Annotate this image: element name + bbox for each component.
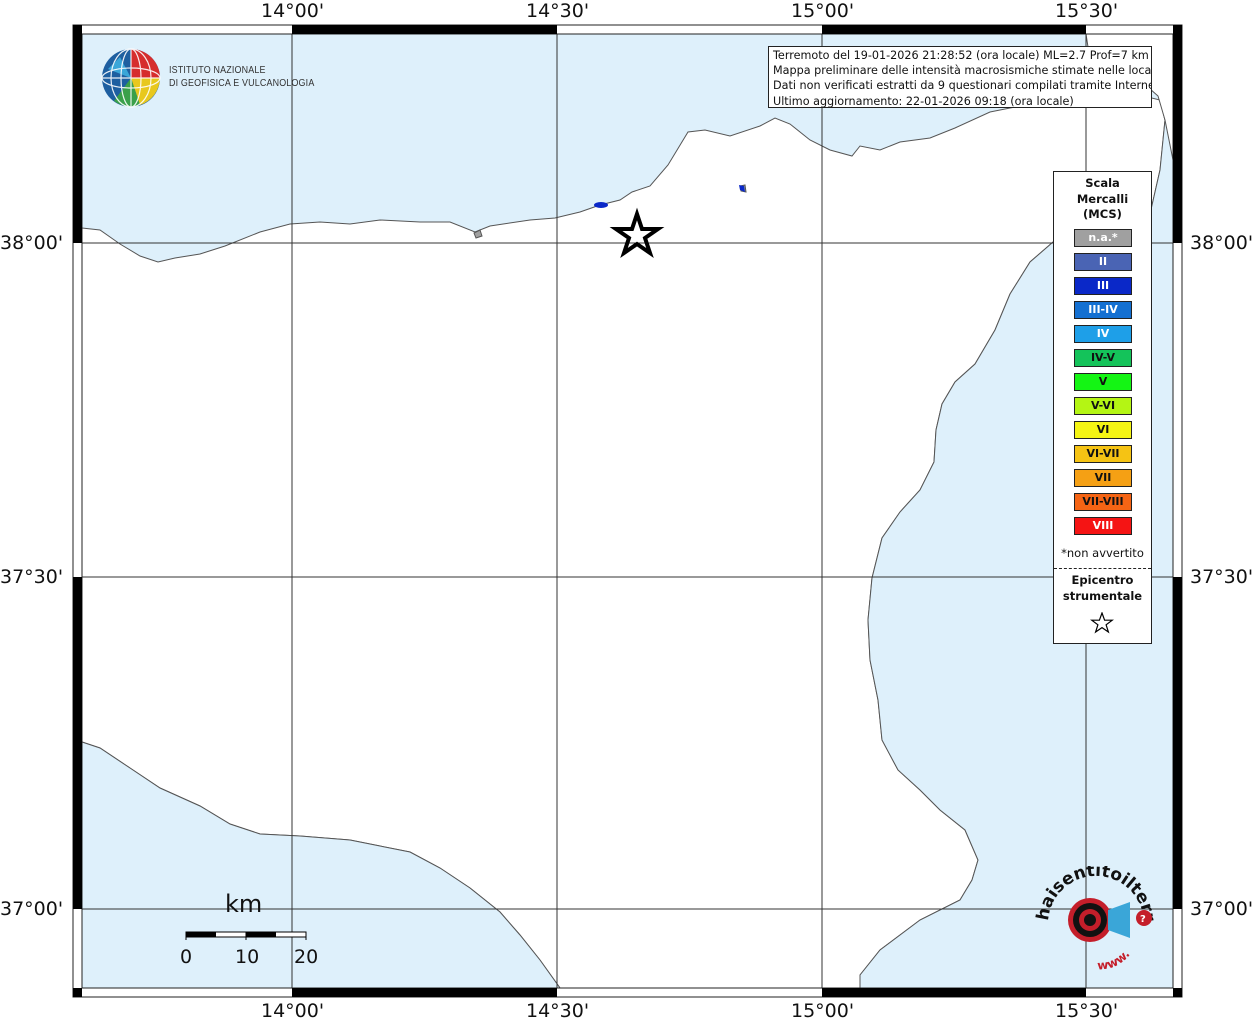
ingv-line1: ISTITUTO NAZIONALE bbox=[169, 64, 266, 76]
ingv-logo-text: ISTITUTO NAZIONALE DI GEOFISICA E VULCAN… bbox=[169, 64, 314, 90]
scale-unit-label: km bbox=[225, 890, 263, 918]
legend-title-line: (MCS) bbox=[1083, 207, 1122, 221]
legend-item: VII bbox=[1074, 469, 1132, 487]
legend-title: Scala Mercalli (MCS) bbox=[1054, 176, 1151, 223]
scale-label: 20 bbox=[294, 946, 319, 968]
lon-label-top: 15°30' bbox=[1055, 0, 1119, 22]
legend-epicentre-line: strumentale bbox=[1062, 589, 1143, 603]
legend-item: VI bbox=[1074, 421, 1132, 439]
globe-icon bbox=[101, 48, 161, 108]
lat-label-left: 38°00' bbox=[0, 232, 64, 254]
lat-label-left: 37°30' bbox=[0, 566, 64, 588]
info-line: Ultimo aggiornamento: 22-01-2026 09:18 (… bbox=[773, 94, 1074, 108]
legend-item: IV-V bbox=[1074, 349, 1132, 367]
legend-item: V bbox=[1074, 373, 1132, 391]
haisentito-logo-icon: haisentitoilterremoto.it www. ? bbox=[1034, 866, 1159, 973]
event-info-box: Terremoto del 19-01-2026 21:28:52 (ora l… bbox=[768, 46, 1152, 108]
scale-label: 10 bbox=[235, 946, 260, 968]
legend-title-line: Scala bbox=[1085, 176, 1120, 190]
intensity-area bbox=[594, 202, 608, 208]
info-line: Mappa preliminare delle intensità macros… bbox=[773, 64, 1152, 78]
legend-item: VIII bbox=[1074, 517, 1132, 535]
star-icon bbox=[1090, 612, 1114, 634]
lon-label-bottom: 15°30' bbox=[1055, 1000, 1119, 1022]
lon-label-bottom: 14°30' bbox=[526, 1000, 590, 1022]
legend-divider bbox=[1054, 568, 1151, 569]
legend-item: II bbox=[1074, 253, 1132, 271]
lon-label-top: 14°00' bbox=[261, 0, 325, 22]
lat-label-right: 38°00' bbox=[1190, 232, 1254, 254]
svg-text:www.: www. bbox=[1097, 947, 1133, 973]
info-line: Dati non verificati estratti da 9 questi… bbox=[773, 79, 1152, 93]
legend-note: *non avvertito bbox=[1061, 546, 1144, 560]
ingv-line2: DI GEOFISICA E VULCANOLOGIA bbox=[169, 77, 315, 89]
legend-epicentre-label: Epicentro strumentale bbox=[1054, 572, 1151, 604]
legend-item: IV bbox=[1074, 325, 1132, 343]
info-line: Terremoto del 19-01-2026 21:28:52 (ora l… bbox=[773, 49, 1149, 62]
lat-label-right: 37°30' bbox=[1190, 566, 1254, 588]
lon-label-top: 15°00' bbox=[791, 0, 855, 22]
legend-item: III bbox=[1074, 277, 1132, 295]
lon-label-top: 14°30' bbox=[526, 0, 590, 22]
legend-item: VII-VIII bbox=[1074, 493, 1132, 511]
mcs-legend: Scala Mercalli (MCS) n.a.* II III III-IV IV I… bbox=[1053, 171, 1152, 644]
lat-label-left: 37°00' bbox=[0, 898, 64, 920]
legend-item: VI-VII bbox=[1074, 445, 1132, 463]
lon-label-bottom: 14°00' bbox=[261, 1000, 325, 1022]
svg-text:?: ? bbox=[1140, 914, 1146, 925]
scale-label: 0 bbox=[180, 946, 193, 968]
legend-item: III-IV bbox=[1074, 301, 1132, 319]
legend-epicentre-line: Epicentro bbox=[1071, 573, 1134, 587]
legend-item: V-VI bbox=[1074, 397, 1132, 415]
lon-label-bottom: 15°00' bbox=[791, 1000, 855, 1022]
legend-title-line: Mercalli bbox=[1076, 191, 1129, 206]
legend-item: n.a.* bbox=[1074, 229, 1132, 247]
lat-label-right: 37°00' bbox=[1190, 898, 1254, 920]
